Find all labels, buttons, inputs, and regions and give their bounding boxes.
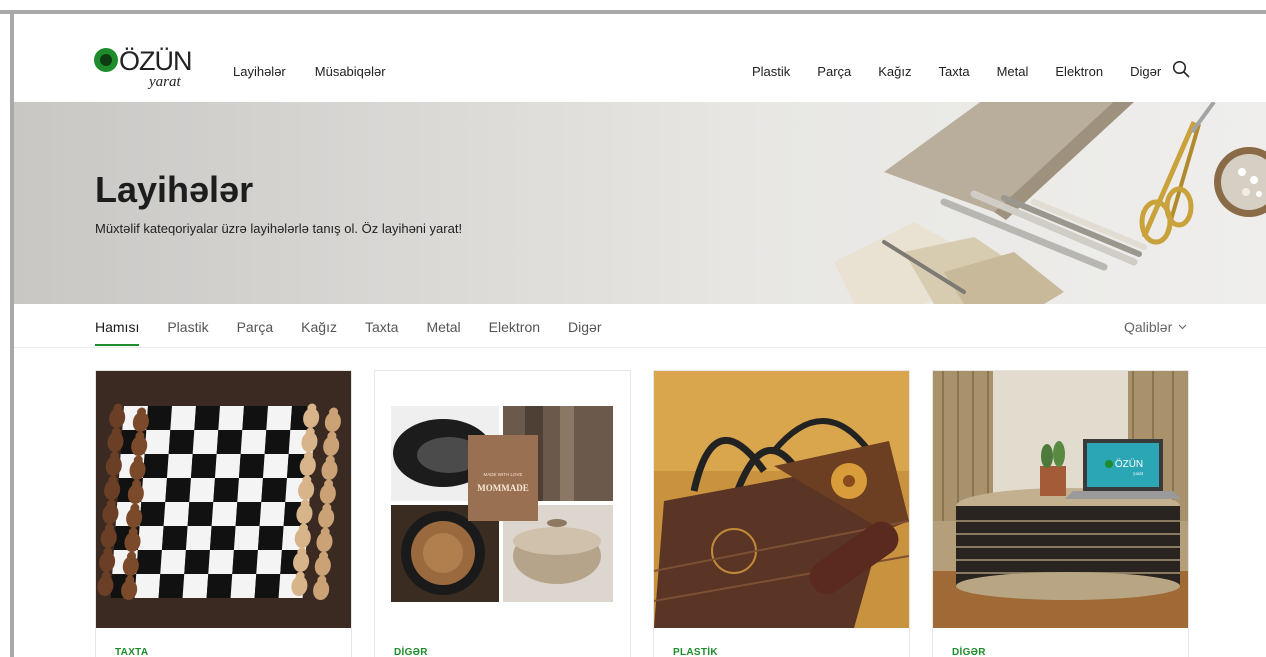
project-card[interactable]: MADE WITH LOVE MOMMADE DİGƏR (374, 370, 631, 657)
project-card[interactable]: TAXTA (95, 370, 352, 657)
tab-parca[interactable]: Parça (237, 319, 274, 346)
category-nav: Plastik Parça Kağız Taxta Metal Elektron… (752, 64, 1188, 79)
page-title: Layihələr (95, 169, 254, 210)
search-icon[interactable] (1172, 60, 1190, 78)
tab-metal[interactable]: Metal (426, 319, 460, 346)
winners-dropdown[interactable]: Qaliblər (1124, 319, 1187, 335)
browser-frame-top (0, 0, 1266, 14)
nav-link-diger[interactable]: Digər (1130, 64, 1161, 79)
nav-link-elektron[interactable]: Elektron (1055, 64, 1103, 79)
project-category: DİGƏR (952, 647, 986, 657)
nav-link-taxta[interactable]: Taxta (939, 64, 970, 79)
project-image-chess (96, 371, 351, 628)
project-category: DİGƏR (394, 647, 428, 657)
logo-word: ÖZÜN (119, 46, 192, 76)
nav-link-plastik[interactable]: Plastik (752, 64, 790, 79)
logo-sub: yarat (149, 74, 181, 90)
browser-frame-left (0, 14, 14, 657)
nav-link-metal[interactable]: Metal (997, 64, 1029, 79)
hero-banner: Layihələr Müxtəlif kateqoriyalar üzrə la… (14, 102, 1266, 304)
tab-plastik[interactable]: Plastik (167, 319, 208, 346)
tab-hamisi[interactable]: Hamısı (95, 319, 140, 346)
project-image-tire-collage: MADE WITH LOVE MOMMADE (375, 371, 630, 628)
tab-elektron[interactable]: Elektron (489, 319, 540, 346)
site-logo[interactable]: ÖZÜN yarat (94, 40, 194, 90)
craft-supplies-illustration (834, 102, 1266, 304)
collage-label-2: MOMMADE (477, 483, 529, 493)
laptop-logo-sub: yarat (1133, 472, 1144, 477)
winners-dropdown-label: Qaliblər (1124, 319, 1173, 335)
nav-link-competitions[interactable]: Müsabiqələr (315, 64, 386, 79)
page: ÖZÜN yarat Layihələr Müsabiqələr Plastik… (14, 18, 1266, 657)
project-category: PLASTİK (673, 647, 718, 657)
nav-link-projects[interactable]: Layihələr (233, 64, 286, 79)
tab-diger[interactable]: Digər (568, 319, 601, 346)
project-card[interactable]: ÖZÜN yarat DİGƏR (932, 370, 1189, 657)
primary-nav: Layihələr Müsabiqələr (233, 64, 386, 79)
project-card[interactable]: PLASTİK (653, 370, 910, 657)
tab-kagiz[interactable]: Kağız (301, 319, 337, 346)
nav-link-kagiz[interactable]: Kağız (878, 64, 911, 79)
site-header: ÖZÜN yarat Layihələr Müsabiqələr Plastik… (14, 18, 1266, 102)
chevron-down-icon (1178, 324, 1187, 330)
project-grid: TAXTA MADE WITH LOVE MOMMADE DİGƏR PLAST… (95, 370, 1189, 657)
project-image-handbag (654, 371, 909, 628)
laptop-logo: ÖZÜN (1115, 458, 1143, 470)
logo-ring-icon (94, 48, 118, 72)
category-filter-bar: Hamısı Plastik Parça Kağız Taxta Metal E… (14, 304, 1266, 348)
nav-link-parca[interactable]: Parça (817, 64, 851, 79)
tab-taxta[interactable]: Taxta (365, 319, 398, 346)
filter-tabs: Hamısı Plastik Parça Kağız Taxta Metal E… (95, 319, 630, 346)
collage-label-1: MADE WITH LOVE (483, 472, 522, 477)
project-image-tire-table: ÖZÜN yarat (933, 371, 1188, 628)
page-subtitle: Müxtəlif kateqoriyalar üzrə layihələrlə … (95, 221, 463, 236)
project-category: TAXTA (115, 647, 149, 657)
